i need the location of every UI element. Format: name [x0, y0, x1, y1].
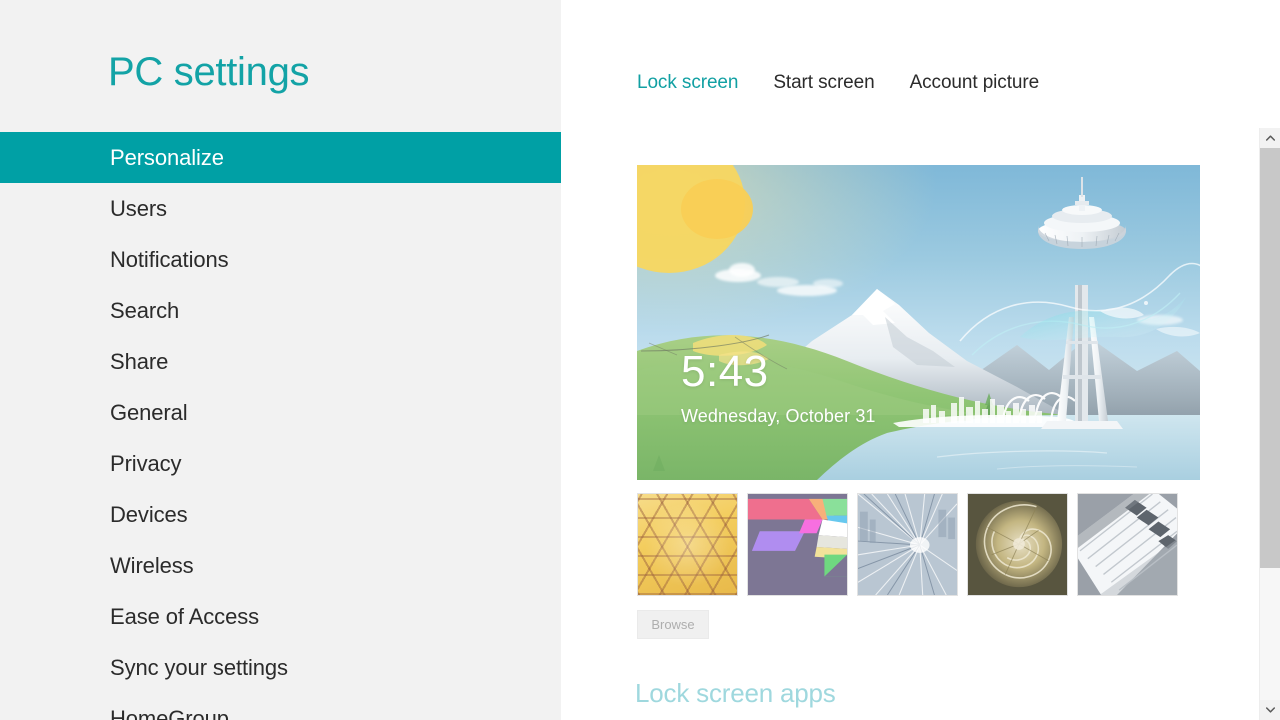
tab-bar: Lock screen Start screen Account picture [561, 0, 1280, 94]
sidebar-item-share[interactable]: Share [0, 336, 561, 387]
sidebar-item-label: Search [110, 297, 180, 323]
tab-label: Lock screen [637, 72, 739, 93]
tab-label: Start screen [773, 72, 875, 93]
page-title: PC settings [108, 50, 310, 94]
lock-screen-wallpaper: 5:43 Wednesday, October 31 [637, 165, 1200, 480]
sidebar-item-label: Sync your settings [110, 654, 288, 680]
sidebar-item-label: Ease of Access [110, 603, 260, 629]
sidebar: PC settings Personalize Users Notificati… [0, 0, 561, 720]
sidebar-item-wireless[interactable]: Wireless [0, 540, 561, 591]
sidebar-item-label: Share [110, 348, 169, 374]
city-tunnel-motion-thumbnail[interactable] [857, 493, 958, 596]
sidebar-item-label: General [110, 399, 188, 425]
scrollbar-thumb[interactable] [1260, 148, 1280, 568]
tab-start-screen[interactable]: Start screen [773, 72, 874, 94]
sidebar-item-homegroup[interactable]: HomeGroup [0, 693, 561, 720]
pc-settings-window: PC settings Personalize Users Notificati… [0, 0, 1280, 720]
sidebar-item-label: Wireless [110, 552, 194, 578]
sidebar-item-search[interactable]: Search [0, 285, 561, 336]
sidebar-item-users[interactable]: Users [0, 183, 561, 234]
sidebar-item-general[interactable]: General [0, 387, 561, 438]
geometric-shapes-thumbnail[interactable] [747, 493, 848, 596]
sidebar-item-label: Devices [110, 501, 188, 527]
chevron-up-icon[interactable] [1260, 128, 1280, 148]
honeycomb-thumbnail[interactable] [637, 493, 738, 596]
sidebar-item-label: Privacy [110, 450, 182, 476]
sidebar-item-devices[interactable]: Devices [0, 489, 561, 540]
clock-date: Wednesday, October 31 [681, 406, 876, 426]
chevron-down-icon[interactable] [1260, 700, 1280, 720]
sidebar-nav-list: Personalize Users Notifications Search S… [0, 132, 561, 720]
lock-screen-apps-heading: Lock screen apps [635, 678, 836, 708]
sidebar-item-notifications[interactable]: Notifications [0, 234, 561, 285]
wallpaper-thumbnail-list [637, 493, 1178, 596]
clock-time: 5:43 [681, 347, 769, 396]
lock-screen-clock: 5:43 Wednesday, October 31 [681, 350, 876, 427]
sidebar-item-sync-your-settings[interactable]: Sync your settings [0, 642, 561, 693]
lock-screen-preview[interactable]: 5:43 Wednesday, October 31 [637, 165, 1200, 480]
sidebar-item-label: Notifications [110, 246, 229, 272]
vertical-scrollbar[interactable] [1259, 128, 1280, 720]
ribbon-flourish [959, 262, 1200, 356]
tab-lock-screen[interactable]: Lock screen [637, 72, 738, 94]
sidebar-item-privacy[interactable]: Privacy [0, 438, 561, 489]
sidebar-item-personalize[interactable]: Personalize [0, 132, 561, 183]
sidebar-item-ease-of-access[interactable]: Ease of Access [0, 591, 561, 642]
tab-label: Account picture [909, 72, 1040, 93]
sidebar-item-label: HomeGroup [110, 705, 229, 720]
content-pane: Lock screen Start screen Account picture [561, 0, 1280, 720]
sidebar-item-label: Personalize [110, 144, 224, 170]
sidebar-item-label: Users [110, 195, 167, 221]
browse-button[interactable]: Browse [637, 610, 709, 639]
piano-keys-thumbnail[interactable] [1077, 493, 1178, 596]
tab-account-picture[interactable]: Account picture [909, 72, 1040, 94]
nautilus-shell-thumbnail[interactable] [967, 493, 1068, 596]
